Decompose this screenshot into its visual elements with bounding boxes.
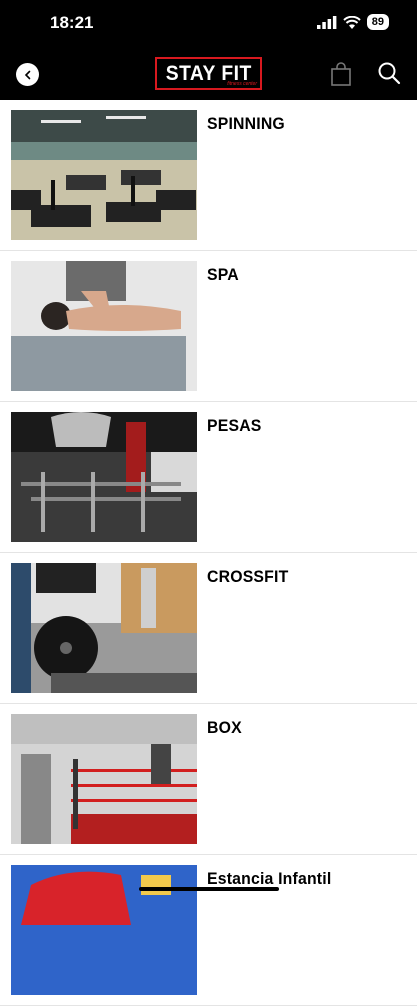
stay-fit-logo: STAY FIT fitness center — [155, 57, 262, 90]
box-image — [11, 714, 197, 844]
item-title: Estancia Infantil — [207, 869, 332, 888]
category-list: SPINNING SPA PESAS CROSSFIT BOX Estancia… — [0, 100, 417, 1006]
crossfit-image — [11, 563, 197, 693]
item-title: BOX — [207, 718, 242, 737]
chevron-left-icon — [24, 70, 30, 79]
spa-image — [11, 261, 197, 391]
list-item-crossfit[interactable]: CROSSFIT — [0, 553, 417, 704]
item-title: PESAS — [207, 416, 262, 435]
pesas-image — [11, 412, 197, 542]
status-bar: 18:21 89 — [0, 0, 417, 48]
back-button[interactable] — [16, 63, 39, 86]
list-item-pesas[interactable]: PESAS — [0, 402, 417, 553]
signal-icon — [316, 15, 337, 29]
item-title: SPINNING — [207, 114, 285, 133]
item-title: SPA — [207, 265, 239, 284]
battery-indicator: 89 — [366, 14, 389, 30]
shopping-bag-icon[interactable] — [330, 62, 352, 86]
top-navbar: STAY FIT fitness center — [0, 48, 417, 100]
list-item-spa[interactable]: SPA — [0, 251, 417, 402]
list-item-estancia-infantil[interactable]: Estancia Infantil — [0, 855, 417, 1006]
spinning-image — [11, 110, 197, 240]
logo-subtitle: fitness center — [227, 81, 257, 87]
item-title: CROSSFIT — [207, 567, 289, 586]
wifi-icon — [343, 15, 361, 29]
home-indicator — [139, 887, 279, 891]
list-item-spinning[interactable]: SPINNING — [0, 100, 417, 251]
list-item-box[interactable]: BOX — [0, 704, 417, 855]
estancia-infantil-image — [11, 865, 197, 995]
status-time: 18:21 — [50, 13, 94, 32]
status-icons: 89 — [316, 14, 389, 30]
search-icon[interactable] — [377, 61, 401, 85]
